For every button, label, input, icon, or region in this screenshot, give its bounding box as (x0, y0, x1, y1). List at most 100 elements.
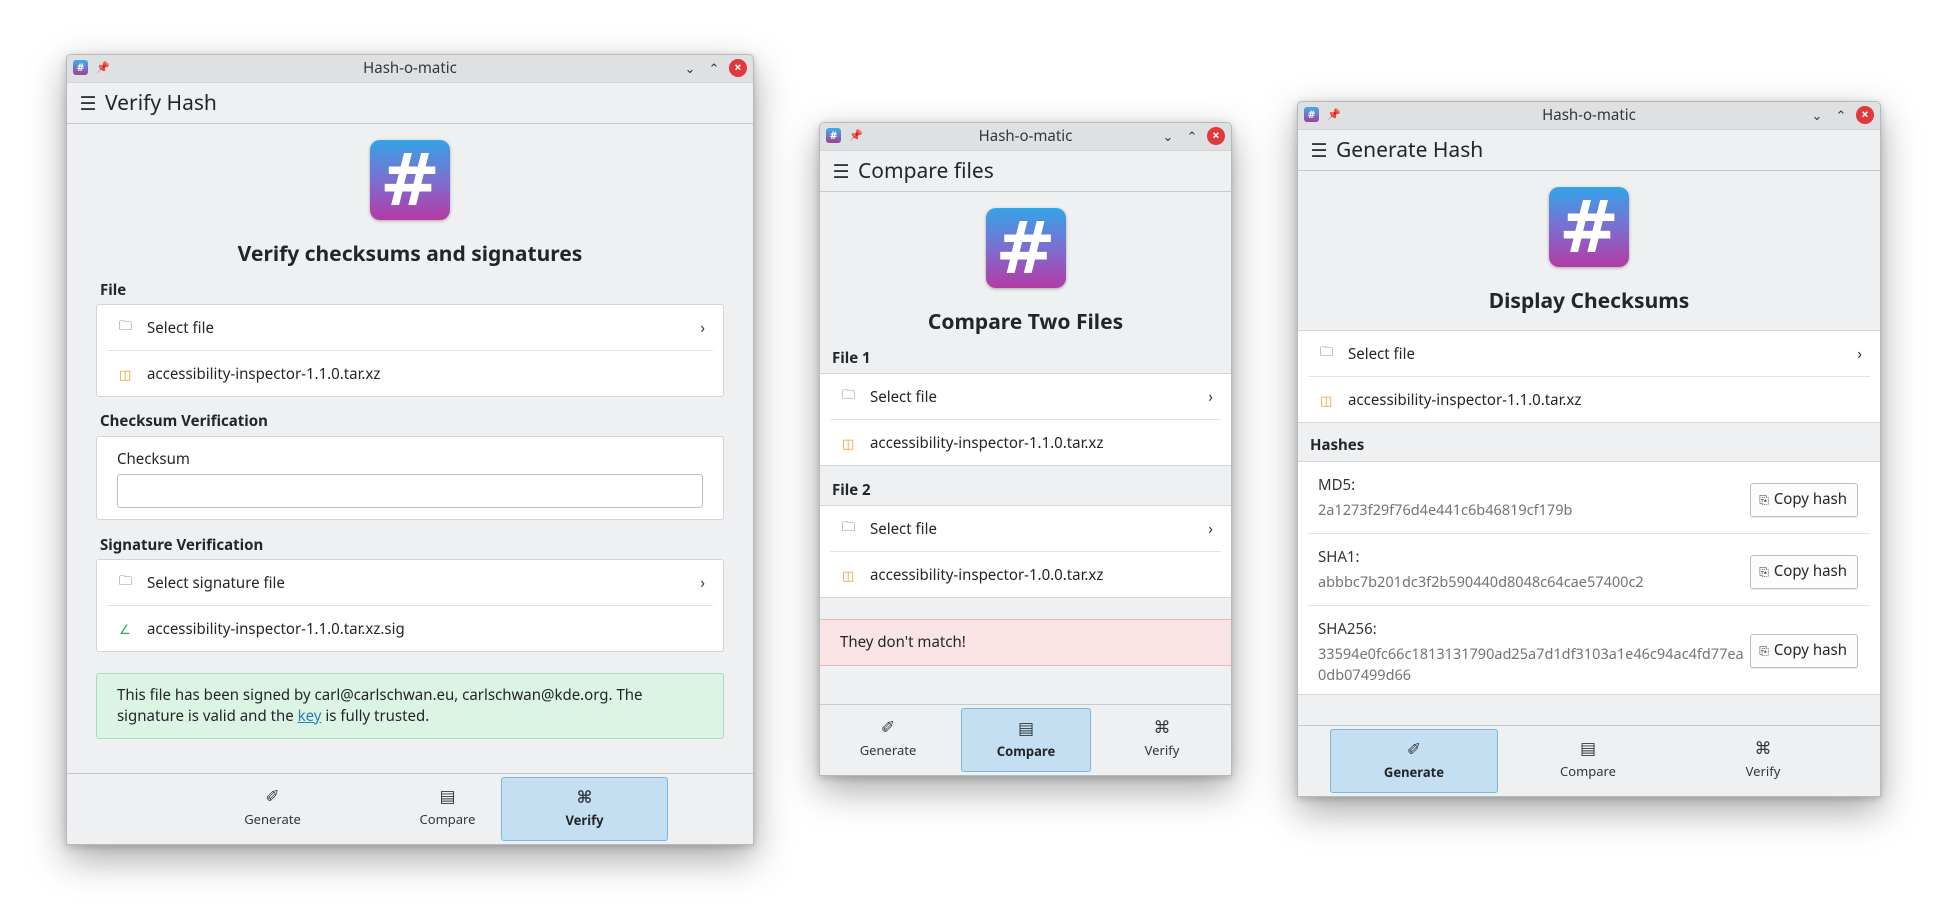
copy-icon: ⎘ (1759, 563, 1769, 580)
nav-compare-button[interactable]: ▤ Compare (961, 708, 1091, 772)
select-file2-button[interactable]: 🗀 Select file › (820, 506, 1231, 551)
compare-icon: ▤ (1579, 736, 1597, 759)
copy-hash-button[interactable]: ⎘ Copy hash (1750, 483, 1858, 517)
menu-icon[interactable]: ☰ (824, 158, 858, 184)
select-file1-button[interactable]: 🗀 Select file › (820, 374, 1231, 419)
signature-status-message: This file has been signed by carl@carlsc… (96, 673, 724, 739)
nav-generate-button[interactable]: ✐ Generate (1330, 729, 1498, 793)
select-signature-label: Select signature file (147, 572, 285, 593)
minimize-icon[interactable]: ⌄ (681, 59, 699, 77)
nav-compare-button[interactable]: ▤ Compare (1505, 729, 1671, 791)
verify-icon: ⌘ (576, 785, 593, 808)
hash-name: SHA1: (1318, 547, 1360, 567)
chevron-right-icon: › (1208, 386, 1213, 407)
title-bar[interactable]: # 📌 Hash-o-matic ⌄ ⌃ × (1298, 102, 1880, 130)
hash-row-sha256: SHA256: 33594e0fc66c1813131790ad25a7d1df… (1298, 606, 1880, 694)
app-logo-icon: # (1549, 187, 1629, 267)
verify-icon: ⌘ (1754, 736, 1772, 759)
maximize-icon[interactable]: ⌃ (1183, 127, 1201, 145)
file-icon: ◫ (842, 433, 855, 452)
compare-result-message: They don't match! (820, 619, 1231, 666)
nav-generate-button[interactable]: ✐ Generate (824, 708, 952, 770)
copy-icon: ⎘ (1759, 491, 1769, 508)
hash-value: 2a1273f29f76d4e441c6b46819cf179b (1318, 500, 1573, 520)
generate-icon: ✐ (265, 784, 280, 807)
nav-compare-label: Compare (1560, 762, 1616, 780)
close-icon[interactable]: × (1856, 106, 1874, 124)
selected-file-row: ◫ accessibility-inspector-1.1.0.tar.xz (97, 351, 723, 396)
copy-hash-label: Copy hash (1773, 489, 1847, 509)
key-link[interactable]: key (298, 706, 322, 726)
hash-name: SHA256: (1318, 619, 1377, 639)
copy-icon: ⎘ (1759, 642, 1769, 659)
selected-file1-row: ◫ accessibility-inspector-1.1.0.tar.xz (820, 420, 1231, 465)
copy-hash-label: Copy hash (1773, 561, 1847, 581)
navigation-bar: ✐ Generate ▤ Compare ⌘ Verify (67, 773, 753, 844)
select-file-button[interactable]: 🗀 Select file › (1298, 331, 1880, 376)
page-header: ☰ Compare files (820, 151, 1231, 192)
nav-verify-label: Verify (565, 811, 604, 829)
file-card: 🗀 Select file › ◫ accessibility-inspecto… (96, 304, 724, 397)
file1-card: 🗀 Select file › ◫ accessibility-inspecto… (820, 373, 1231, 466)
menu-icon[interactable]: ☰ (1302, 137, 1336, 163)
nav-generate-label: Generate (244, 810, 301, 828)
selected-file2-row: ◫ accessibility-inspector-1.0.0.tar.xz (820, 552, 1231, 597)
checksum-label: Checksum (117, 449, 190, 469)
maximize-icon[interactable]: ⌃ (705, 59, 723, 77)
nav-verify-label: Verify (1745, 762, 1781, 780)
title-bar[interactable]: # 📌 Hash-o-matic ⌄ ⌃ × (67, 55, 753, 83)
chevron-right-icon: › (700, 317, 705, 338)
compare-icon: ▤ (1017, 716, 1035, 739)
copy-hash-button[interactable]: ⎘ Copy hash (1750, 555, 1858, 589)
page-title: Compare files (858, 157, 994, 185)
hashes-list: MD5: 2a1273f29f76d4e441c6b46819cf179b ⎘ C… (1298, 461, 1880, 695)
hashes-section-label: Hashes (1310, 435, 1365, 455)
select-file2-label: Select file (870, 518, 937, 539)
minimize-icon[interactable]: ⌄ (1159, 127, 1177, 145)
window-title: Hash-o-matic (1542, 105, 1636, 125)
hash-name: MD5: (1318, 475, 1356, 495)
app-logo-icon: # (985, 208, 1066, 288)
selected-file1-name: accessibility-inspector-1.1.0.tar.xz (870, 432, 1104, 453)
navigation-bar: ✐ Generate ▤ Compare ⌘ Verify (1298, 725, 1880, 796)
verify-window: # 📌 Hash-o-matic ⌄ ⌃ × ☰ Verify Hash # V… (66, 54, 754, 845)
minimize-icon[interactable]: ⌄ (1808, 106, 1826, 124)
signature-card: 🗀 Select signature file › ∠ accessibilit… (96, 559, 724, 652)
chevron-right-icon: › (1208, 518, 1213, 539)
verify-icon: ⌘ (1153, 715, 1171, 738)
select-signature-button[interactable]: 🗀 Select signature file › (97, 560, 723, 605)
checksum-input[interactable] (117, 474, 703, 508)
generate-window: # 📌 Hash-o-matic ⌄ ⌃ × ☰ Generate Hash #… (1297, 101, 1881, 797)
headline: Verify checksums and signatures (237, 240, 583, 268)
folder-icon: 🗀 (842, 385, 856, 403)
compare-content: # Compare Two Files File 1 🗀 Select file… (820, 191, 1231, 666)
copy-hash-label: Copy hash (1773, 640, 1847, 660)
folder-icon: 🗀 (842, 517, 856, 535)
hash-value: 33594e0fc66c1813131790ad25a7d1df3103a1e4… (1318, 644, 1744, 685)
select-file-label: Select file (1348, 343, 1415, 364)
select-file-button[interactable]: 🗀 Select file › (97, 305, 723, 350)
file2-card: 🗀 Select file › ◫ accessibility-inspecto… (820, 505, 1231, 598)
copy-hash-button[interactable]: ⎘ Copy hash (1750, 634, 1858, 668)
hash-row-sha1: SHA1: abbbc7b201dc3f2b590440d8048c64cae5… (1298, 534, 1880, 605)
nav-generate-button[interactable]: ✐ Generate (190, 777, 355, 839)
menu-icon[interactable]: ☰ (71, 90, 105, 116)
page-title: Verify Hash (105, 89, 217, 117)
nav-verify-button[interactable]: ⌘ Verify (1098, 708, 1226, 770)
maximize-icon[interactable]: ⌃ (1832, 106, 1850, 124)
page-header: ☰ Verify Hash (67, 83, 753, 124)
close-icon[interactable]: × (1207, 127, 1225, 145)
title-bar[interactable]: # 📌 Hash-o-matic ⌄ ⌃ × (820, 123, 1231, 151)
file-section-label: File (100, 280, 127, 300)
file-icon: ◫ (119, 364, 132, 383)
file1-section-label: File 1 (832, 348, 871, 368)
checksum-section-label: Checksum Verification (100, 411, 268, 431)
nav-verify-button[interactable]: ⌘ Verify (1680, 729, 1846, 791)
close-icon[interactable]: × (729, 59, 747, 77)
selected-signature-name: accessibility-inspector-1.1.0.tar.xz.sig (147, 618, 405, 639)
hash-row-md5: MD5: 2a1273f29f76d4e441c6b46819cf179b ⎘ C… (1298, 462, 1880, 533)
folder-icon: 🗀 (1320, 342, 1334, 360)
nav-verify-button[interactable]: ⌘ Verify (501, 777, 668, 841)
chevron-right-icon: › (1857, 343, 1862, 364)
generate-icon: ✐ (880, 715, 896, 738)
